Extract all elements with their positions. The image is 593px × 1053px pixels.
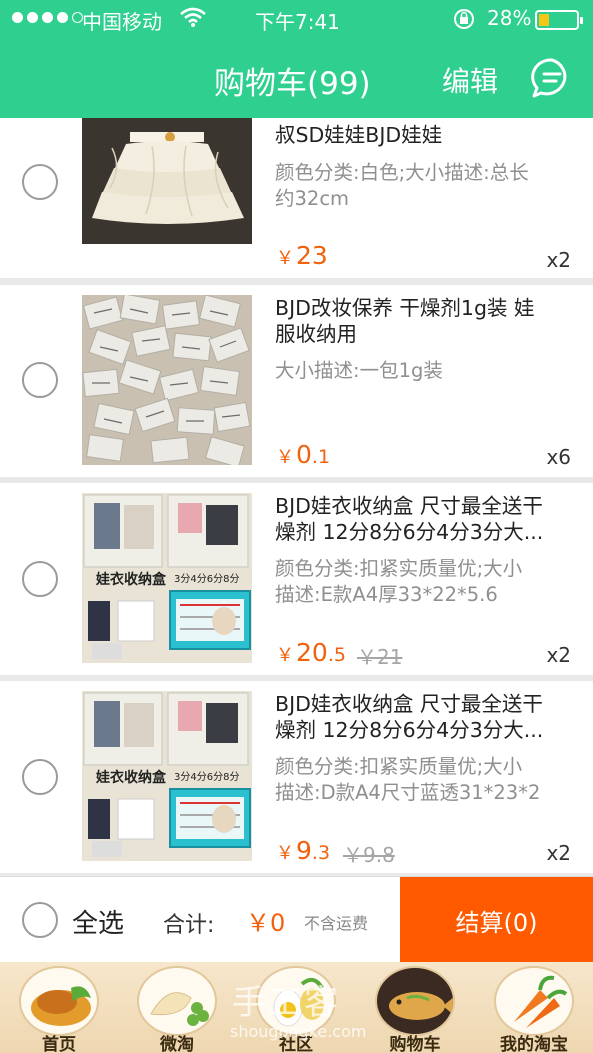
signal-strength-icon (12, 12, 83, 23)
product-price: ￥20.5 (276, 638, 346, 667)
checkout-bar: 全选 合计: ￥0 不含运费 结算(0) (0, 876, 593, 963)
clock: 下午7:41 (255, 10, 340, 34)
tab-label: 购物车 (389, 1035, 441, 1053)
currency-symbol: ￥ (276, 248, 294, 269)
total-value: ￥0 (246, 909, 286, 937)
item-checkbox[interactable] (22, 759, 58, 795)
price-integer: 0 (296, 440, 312, 469)
product-name-line: 燥剂 12分8分6分4分3分大... (275, 520, 544, 544)
cart-fish-icon (375, 966, 455, 1036)
item-checkbox[interactable] (22, 164, 58, 200)
product-name[interactable]: BJD改妆保养 干燥剂1g装 娃 服收纳用 (275, 295, 575, 347)
tab-label: 首页 (42, 1035, 76, 1053)
tab-label: 微淘 (160, 1035, 194, 1053)
image-sizes: 3分4分6分8分 (174, 573, 239, 585)
product-price: ￥23 (276, 241, 328, 270)
price-decimal: .1 (311, 446, 331, 468)
tab-home[interactable]: 首页 (0, 962, 118, 1053)
cart-item: BJD改妆保养 干燥剂1g装 娃 服收纳用 大小描述:一包1g装 ￥0.1 x6 (0, 285, 593, 477)
product-price: ￥9.3 (276, 836, 330, 865)
product-attributes: 颜色分类:扣紧实质量优;大小 描述:D款A4尺寸蓝透31*23*2 (275, 754, 575, 806)
product-image-storage-box[interactable]: 娃衣收纳盒 3分4分6分8分 (82, 493, 252, 663)
tab-my-taobao[interactable]: 我的淘宝 (475, 962, 593, 1053)
product-attr-line: 描述:E款A4厚33*22*5.6 (275, 583, 498, 606)
price-decimal: .5 (327, 644, 346, 666)
carrier-name: 中国移动 (82, 10, 162, 34)
tab-label: 我的淘宝 (500, 1035, 568, 1053)
shipping-note: 不含运费 (304, 914, 369, 933)
rotation-lock-icon (452, 7, 476, 36)
edit-button[interactable]: 编辑 (442, 60, 498, 100)
product-name[interactable]: 叔SD娃娃BJD娃娃 (275, 122, 575, 148)
product-name[interactable]: BJD娃衣收纳盒 尺寸最全送干 燥剂 12分8分6分4分3分大... (275, 691, 575, 743)
tab-weitao[interactable]: 微淘 (118, 962, 236, 1053)
quantity: x2 (546, 248, 571, 272)
page-title: 购物车(99) (214, 66, 371, 102)
quantity: x2 (546, 643, 571, 667)
product-name[interactable]: BJD娃衣收纳盒 尺寸最全送干 燥剂 12分8分6分4分3分大... (275, 493, 575, 545)
status-bar: 中国移动 下午7:41 28% (0, 0, 593, 38)
watermark: 手工客 (232, 983, 340, 1023)
product-attributes: 颜色分类:白色;大小描述:总长 约32cm (275, 160, 575, 212)
original-price: ￥21 (357, 645, 403, 669)
currency-symbol: ￥ (276, 447, 294, 468)
total-label: 合计: (163, 913, 215, 938)
product-attr-line: 约32cm (275, 187, 350, 210)
chat-bubble-icon[interactable] (531, 57, 573, 99)
tab-cart[interactable]: 购物车 (356, 962, 474, 1053)
product-attr-line: 大小描述:一包1g装 (275, 359, 443, 382)
product-image-skirt[interactable] (82, 118, 252, 266)
cart-item: 娃衣收纳盒 3分4分6分8分 BJD娃衣收纳盒 尺寸最全送干 燥剂 12分8分6… (0, 483, 593, 675)
product-attr-line: 颜色分类:扣紧实质量优;大小 (275, 557, 523, 580)
top-bar: 中国移动 下午7:41 28% 购物车(99) 编辑 (0, 0, 593, 118)
product-attributes: 大小描述:一包1g装 (275, 358, 575, 384)
product-name-line: BJD娃衣收纳盒 尺寸最全送干 (275, 494, 543, 518)
product-price: ￥0.1 (276, 440, 330, 469)
cart-item: 叔SD娃娃BJD娃娃 颜色分类:白色;大小描述:总长 约32cm ￥23 x2 (0, 118, 593, 278)
product-attributes: 颜色分类:扣紧实质量优;大小 描述:E款A4厚33*22*5.6 (275, 556, 575, 608)
product-name-line: BJD娃衣收纳盒 尺寸最全送干 (275, 692, 543, 716)
image-caption: 娃衣收纳盒 (95, 769, 167, 786)
product-attr-line: 描述:D款A4尺寸蓝透31*23*2 (275, 781, 541, 804)
original-price: ￥9.8 (343, 843, 395, 867)
cart-item: 娃衣收纳盒 3分4分6分8分 BJD娃衣收纳盒 尺寸最全送干 燥剂 12分8分6… (0, 681, 593, 873)
currency-symbol: ￥ (276, 645, 294, 666)
checkout-button[interactable]: 结算(0) (400, 877, 593, 963)
wifi-icon (180, 6, 206, 33)
home-dish-icon (19, 966, 99, 1036)
price-integer: 9 (296, 836, 312, 865)
price-integer: 23 (296, 241, 328, 270)
watermark-url: shougongke.com (230, 1022, 367, 1041)
product-name-line: BJD改妆保养 干燥剂1g装 娃 (275, 296, 535, 320)
image-sizes: 3分4分6分8分 (174, 771, 239, 783)
product-name-line: 燥剂 12分8分6分4分3分大... (275, 718, 544, 742)
currency-symbol: ￥ (276, 843, 294, 864)
image-caption: 娃衣收纳盒 (95, 571, 167, 588)
dumpling-icon (137, 966, 217, 1036)
item-checkbox[interactable] (22, 362, 58, 398)
battery-icon (535, 10, 583, 30)
product-attr-line: 颜色分类:扣紧实质量优;大小 (275, 755, 523, 778)
product-image-desiccant[interactable] (82, 295, 252, 465)
item-checkbox[interactable] (22, 561, 58, 597)
quantity: x2 (546, 841, 571, 865)
battery-percent: 28% (487, 6, 532, 30)
product-name-line: 叔SD娃娃BJD娃娃 (275, 123, 443, 147)
product-name-line: 服收纳用 (275, 322, 357, 346)
select-all-checkbox[interactable] (22, 902, 58, 938)
product-attr-line: 颜色分类:白色;大小描述:总长 (275, 161, 529, 184)
price-integer: 20 (296, 638, 328, 667)
price-decimal: .3 (311, 842, 331, 864)
carrot-icon (494, 966, 574, 1036)
quantity: x6 (546, 445, 571, 469)
product-image-storage-box[interactable]: 娃衣收纳盒 3分4分6分8分 (82, 691, 252, 861)
select-all-label[interactable]: 全选 (72, 903, 124, 940)
